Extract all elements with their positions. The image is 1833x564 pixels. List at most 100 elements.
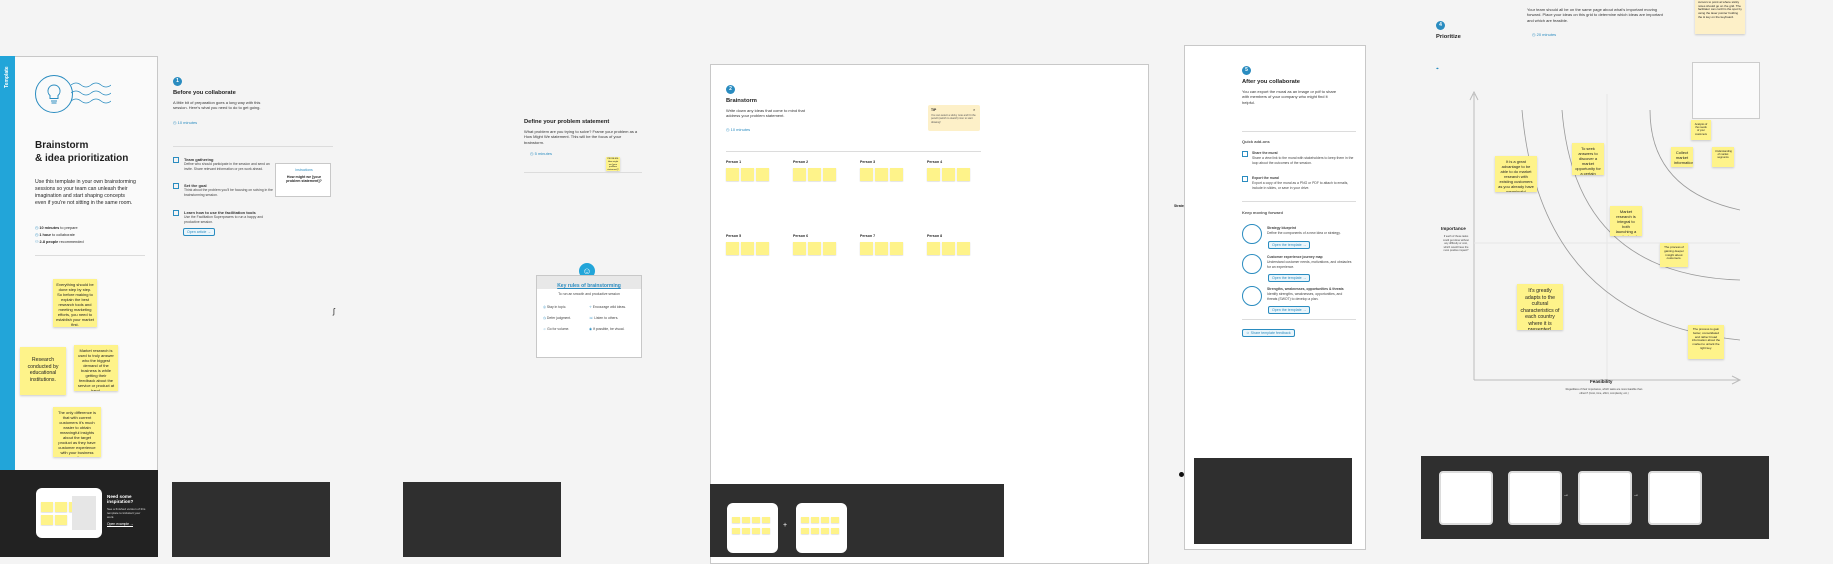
wave-decoration <box>71 82 111 104</box>
arrow-icon: → <box>1563 492 1569 498</box>
preview-card[interactable] <box>727 503 778 553</box>
sticky-note[interactable]: Analysis of the needs of your customers <box>1691 120 1711 140</box>
idea-sticky[interactable] <box>726 242 739 255</box>
idea-sticky[interactable] <box>808 168 821 181</box>
idea-sticky[interactable] <box>942 242 955 255</box>
idea-sticky[interactable] <box>823 242 836 255</box>
preview-panel-2 <box>403 482 561 557</box>
feasibility-note: Regardless of their importance, which ta… <box>1565 388 1643 395</box>
sticky-note[interactable]: To seek answers to discover a market opp… <box>1572 143 1604 175</box>
clock-icon: ◷ <box>543 316 546 320</box>
divider <box>726 151 981 152</box>
addon-checkbox[interactable] <box>1242 176 1248 182</box>
step1-item-body: Think about the problem you'll be focusi… <box>184 188 273 197</box>
grid-thumbnail[interactable] <box>1648 471 1702 525</box>
idea-sticky[interactable] <box>927 242 940 255</box>
prioritize-intro: Your team should all be on the same page… <box>1527 7 1663 23</box>
grid-thumbnail[interactable] <box>1508 471 1562 525</box>
step1-checkbox[interactable] <box>173 210 179 216</box>
prioritize-title: Prioritize <box>1436 34 1461 40</box>
open-template-button[interactable]: Open the template → <box>1268 306 1311 314</box>
sticky-note[interactable]: The process to gain better, consolidated… <box>1688 325 1724 359</box>
sticky-note[interactable]: Market research is used to truly answer … <box>74 345 118 391</box>
idea-sticky[interactable] <box>741 168 754 181</box>
cursor-icon: ʃ <box>333 307 335 316</box>
template-body: Define the components of a new idea or s… <box>1267 231 1341 235</box>
template-body: Identify strengths, weaknesses, opportun… <box>1267 292 1343 301</box>
idea-sticky[interactable] <box>957 242 970 255</box>
template-meta: ◷ 10 minutes to prepare ◷ 1 hour to coll… <box>35 225 84 247</box>
open-article-button[interactable]: Open article → <box>183 228 215 236</box>
sticky-note[interactable]: The only difference is that with current… <box>53 407 101 457</box>
addon-checkbox[interactable] <box>1242 151 1248 157</box>
divider <box>35 255 145 256</box>
idea-sticky[interactable] <box>726 168 739 181</box>
divider <box>1242 201 1356 202</box>
sticky-note[interactable]: The process of gaining deeper insight ab… <box>1660 243 1688 267</box>
sticky-note[interactable]: It is a great advantage to be able to do… <box>1495 156 1537 192</box>
open-template-button[interactable]: Open the template → <box>1268 241 1311 249</box>
step1-item-body: Use the Facilitation Superpowers to run … <box>184 215 263 224</box>
idea-sticky[interactable] <box>942 168 955 181</box>
pin-icon: ⌖ <box>1436 66 1439 72</box>
sticky-note[interactable]: Collect market information <box>1671 147 1693 167</box>
idea-sticky[interactable] <box>756 242 769 255</box>
idea-sticky[interactable] <box>875 168 888 181</box>
close-icon[interactable]: × <box>973 107 975 112</box>
open-template-button[interactable]: Open the template → <box>1268 274 1311 282</box>
preview-card[interactable] <box>796 503 847 553</box>
inspiration-panel: Need some inspiration? See a finished ve… <box>0 470 158 557</box>
idea-sticky[interactable] <box>793 242 806 255</box>
title-line-2: & idea prioritization <box>35 153 129 164</box>
idea-sticky[interactable] <box>890 242 903 255</box>
idea-sticky[interactable] <box>756 168 769 181</box>
idea-sticky[interactable] <box>957 168 970 181</box>
person-label: Person 4 <box>927 160 943 164</box>
sticky-note[interactable]: Research conducted by educational instit… <box>20 347 66 395</box>
rules-title: Key rules of brainstorming <box>557 283 621 289</box>
rule-item: ◷ Defer judgment. <box>543 316 572 320</box>
rule-item: ◎ Stay in topic. <box>543 305 567 309</box>
template-title: Customer experience journey map <box>1267 255 1323 259</box>
brainstorm-body: Write down any ideas that come to mind t… <box>726 108 805 119</box>
rules-subtitle: To run an smooth and productive session <box>558 292 620 296</box>
step1-checkbox[interactable] <box>173 183 179 189</box>
template-tab <box>0 56 15 476</box>
idea-sticky[interactable] <box>890 168 903 181</box>
inspiration-title: Need some inspiration? <box>107 494 134 504</box>
instructions-label: Instructions <box>295 168 313 172</box>
addon-title: Export the mural <box>1252 176 1279 180</box>
grid-thumbnail[interactable] <box>1439 471 1493 525</box>
tip-sticky[interactable]: Participants can use their cursors to po… <box>1695 0 1745 34</box>
idea-sticky[interactable] <box>793 168 806 181</box>
feasibility-label: Feasibility <box>1590 379 1613 384</box>
brainstorm-time: ◷ 10 minutes <box>726 127 751 132</box>
rules-card: Key rules of brainstorming To run an smo… <box>536 275 642 358</box>
template-title: Brainstorm & idea prioritization <box>35 139 128 165</box>
example-preview[interactable] <box>36 488 102 538</box>
problem-sticky[interactable]: PROBLEM: How might we [your problem stat… <box>606 157 620 171</box>
step-badge: 1 <box>173 77 182 86</box>
idea-sticky[interactable] <box>875 242 888 255</box>
sticky-note[interactable]: It's greatly adapts to the cultural char… <box>1517 284 1563 330</box>
idea-sticky[interactable] <box>808 242 821 255</box>
idea-sticky[interactable] <box>927 168 940 181</box>
idea-sticky[interactable] <box>823 168 836 181</box>
template-description: Use this template in your own brainstorm… <box>35 179 136 207</box>
idea-sticky[interactable] <box>860 242 873 255</box>
share-feedback-button[interactable]: ☺ Share template feedback <box>1242 329 1295 337</box>
idea-sticky[interactable] <box>860 168 873 181</box>
after-title: After you collaborate <box>1242 79 1300 85</box>
open-example-button[interactable]: Open example → <box>107 522 134 527</box>
instructions-text: How might we [your problem statement]? <box>286 175 322 183</box>
idea-sticky[interactable] <box>741 242 754 255</box>
step1-checkbox[interactable] <box>173 157 179 163</box>
grid-thumbnail[interactable] <box>1578 471 1632 525</box>
sticky-note[interactable]: Understanding of market segments <box>1712 147 1734 167</box>
sticky-note[interactable]: Market research is integral to both laun… <box>1610 206 1642 236</box>
lightbulb-icon: ☼ <box>543 327 547 331</box>
prioritize-time: ◷ 20 minutes <box>1532 32 1557 37</box>
title-line-1: Brainstorm <box>35 140 89 151</box>
sticky-note[interactable]: Everything should be done step by step. … <box>53 279 97 327</box>
arrow-icon: → <box>1633 492 1639 498</box>
